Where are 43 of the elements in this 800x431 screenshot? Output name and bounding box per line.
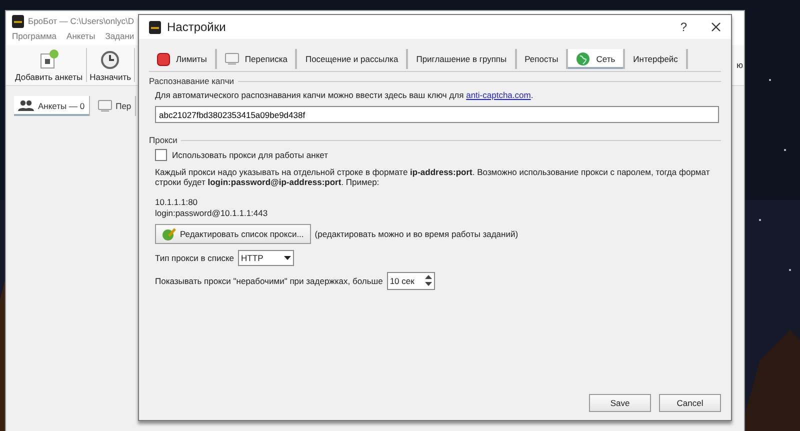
dialog-button[interactable]: Cancel xyxy=(659,394,721,412)
menu-item[interactable]: Задани xyxy=(105,31,134,45)
close-icon[interactable] xyxy=(711,22,721,32)
users-icon xyxy=(18,100,34,112)
tab[interactable]: Пер xyxy=(94,96,136,116)
monitor-icon xyxy=(98,100,112,112)
profile-add-icon xyxy=(38,48,60,70)
caret-icon xyxy=(284,256,292,260)
anti-captcha-link[interactable]: anti-captcha.com xyxy=(466,90,531,100)
delay-spinbox[interactable]: 10 сек xyxy=(386,272,435,290)
proxy-format-description: Каждый прокси надо указывать на отдельной строке в формате ip-address:port. Возможно использование прокси с паролем, тогда формат строки будет login:password@ip-address:port. Пример: xyxy=(155,167,711,188)
proxy-example: 10.1.1.1:80 xyxy=(155,197,199,208)
globe-pencil-icon xyxy=(162,226,176,241)
edit-proxy-list-button[interactable]: Редактировать список прокси... xyxy=(155,224,311,244)
dialog-title: Настройки xyxy=(167,20,226,34)
spin-arrows-icon xyxy=(424,275,432,286)
captcha-description: Для автоматического распознавания капчи можно ввести здесь ваш ключ для anti-captcha.com. xyxy=(155,90,534,100)
checkbox[interactable] xyxy=(155,149,167,161)
window-title: БроБот — C:\Users\onlyc\D xyxy=(28,16,134,26)
globe-icon xyxy=(576,52,590,66)
section-title: Прокси xyxy=(149,135,178,145)
field-label: Тип прокси в списке xyxy=(155,252,234,263)
stop-icon xyxy=(157,52,170,66)
toolbar-button[interactable]: Назначить xyxy=(86,48,136,82)
edit-note: (редактировать можно и во время работы заданий) xyxy=(314,228,518,239)
proxy-example: login:password@10.1.1.1:443 xyxy=(155,208,269,218)
proxy-type-dropdown[interactable]: HTTP xyxy=(238,250,294,266)
clock-icon xyxy=(99,48,122,70)
dialog-button[interactable]: Save xyxy=(589,394,651,412)
field-label: Показывать прокси "нерабочими" при задержках, больше xyxy=(155,276,383,286)
app-logo-icon xyxy=(12,14,24,28)
tab[interactable]: Анкеты — 0 xyxy=(14,96,90,116)
help-button[interactable]: ? xyxy=(680,20,687,34)
checkbox-label: Использовать прокси для работы анкет xyxy=(172,150,328,160)
monitor-icon xyxy=(224,53,239,65)
section-title: Распознавание капчи xyxy=(149,76,234,86)
toolbar-label: ю xyxy=(736,60,743,70)
toolbar-button[interactable]: Добавить анкеты xyxy=(12,48,87,82)
menu-item[interactable]: Анкеты xyxy=(66,31,96,45)
app-logo-icon xyxy=(149,20,161,34)
menu-item[interactable]: Программа xyxy=(12,31,57,45)
tab[interactable]: Сеть xyxy=(568,49,626,69)
api-key-field[interactable]: abc21027fbd3802353415a09be9d438f xyxy=(155,106,719,123)
